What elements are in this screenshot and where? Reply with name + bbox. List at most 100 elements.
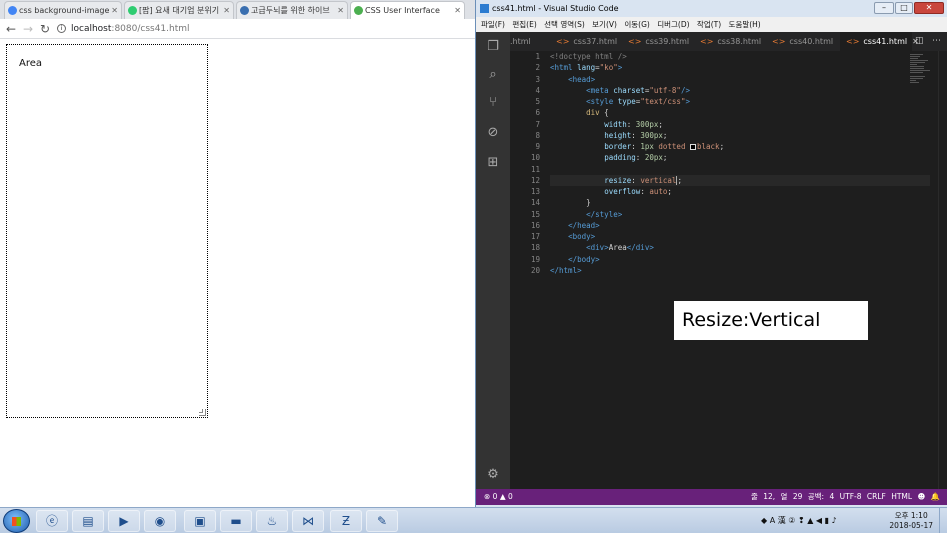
chrome-icon[interactable]: ◉ — [144, 510, 176, 532]
code-token: </body> — [568, 254, 600, 264]
forward-arrow-icon[interactable]: → — [23, 21, 33, 37]
maximize-button[interactable]: □ — [895, 2, 913, 14]
vscode-icon[interactable]: ⋈ — [292, 510, 324, 532]
close-button[interactable]: ✕ — [914, 2, 944, 14]
site-icon — [240, 6, 249, 15]
code-token: : — [631, 142, 641, 151]
close-icon[interactable]: ✕ — [454, 2, 461, 19]
tab-css38[interactable]: <> css38.html — [694, 32, 764, 51]
cmd-icon[interactable]: ▬ — [220, 510, 252, 532]
source-control-icon[interactable]: ⑂ — [484, 94, 502, 112]
info-icon[interactable]: i — [57, 24, 66, 33]
browser-tab[interactable]: 고급두뇌를 위한 하이브 ✕ — [236, 1, 348, 19]
resize-handle[interactable] — [199, 409, 206, 416]
url-path: :8080/css41.html — [111, 24, 190, 34]
menu-selection[interactable]: 선택 영역(S) — [544, 20, 585, 29]
address-bar[interactable]: i localhost:8080/css41.html — [57, 21, 471, 37]
code-token: type — [617, 97, 636, 106]
tab-css40[interactable]: <> css40.html — [766, 32, 838, 51]
tab-label: css41.html — [863, 37, 908, 46]
tab-css41-active[interactable]: <> css41.html ✕ — [840, 32, 919, 51]
html-icon: <> — [628, 37, 642, 46]
code-line: <style type="text/css"> — [550, 96, 930, 107]
filezilla-icon[interactable]: Ƶ — [330, 510, 362, 532]
url-host: localhost — [71, 24, 112, 34]
div-text: Area — [19, 58, 43, 69]
pdf-icon[interactable]: ▣ — [184, 510, 216, 532]
problems-indicator[interactable]: ⊗ 0 ▲ 0 — [484, 489, 513, 505]
menu-tasks[interactable]: 작업(T) — [697, 20, 721, 29]
tab-html[interactable]: .html — [510, 32, 548, 51]
notepad-icon[interactable]: ✎ — [366, 510, 398, 532]
close-icon[interactable]: ✕ — [111, 2, 118, 19]
split-editor-icon[interactable]: ◫ — [915, 32, 924, 51]
menu-go[interactable]: 이동(G) — [624, 20, 649, 29]
gear-icon[interactable]: ⚙ — [484, 466, 502, 484]
code-token: 300px — [635, 119, 659, 129]
explorer-icon[interactable]: ❐ — [484, 38, 502, 56]
start-button[interactable] — [3, 509, 30, 533]
code-line: </html> — [550, 265, 930, 276]
menu-view[interactable]: 보기(V) — [592, 20, 617, 29]
line-number: 17 — [530, 232, 540, 241]
minimap[interactable] — [910, 53, 932, 85]
menu-file[interactable]: 파일(F) — [481, 20, 505, 29]
line-number: 15 — [530, 209, 540, 219]
close-icon[interactable]: ✕ — [223, 2, 230, 19]
line-number: 4 — [535, 85, 540, 95]
vscode-titlebar: css41.html - Visual Studio Code – □ ✕ — [476, 0, 947, 17]
browser-tab-active[interactable]: CSS User Interface ✕ — [350, 1, 465, 19]
search-icon[interactable]: ⌕ — [484, 66, 502, 84]
ie-icon[interactable]: ⓔ — [36, 510, 68, 532]
code-token: ; — [662, 153, 668, 163]
line-number: 10 — [530, 153, 540, 163]
line-number: 14 — [530, 198, 540, 208]
code-token: </style> — [586, 209, 623, 219]
code-token: : — [635, 153, 645, 163]
more-actions-icon[interactable]: ⋯ — [932, 32, 941, 51]
code-token: <html — [550, 63, 578, 73]
back-arrow-icon[interactable]: ← — [6, 21, 16, 37]
color-swatch[interactable] — [689, 144, 696, 150]
tab-css37[interactable]: <> css37.html — [550, 32, 620, 51]
explorer-icon[interactable]: ▤ — [72, 510, 104, 532]
annotation-label: Resize:Vertical — [674, 301, 868, 340]
code-token: <!doctype html /> — [550, 52, 627, 61]
code-token: </head> — [568, 220, 600, 230]
java-icon[interactable]: ♨ — [256, 510, 288, 532]
code-editor[interactable]: 1 2 3 4 5 6 7 8 9 10 11 12 13 14 15 16 1… — [510, 51, 947, 489]
show-desktop-button[interactable] — [939, 508, 947, 533]
code-token: vertical — [640, 175, 677, 185]
taskbar: ⓔ ▤ ▶ ◉ ▣ ▬ ♨ ⋈ Ƶ ✎ ◆ A 漢 ② ❢ ▲ ◀ ▮ ♪ 오후… — [0, 507, 947, 533]
menu-debug[interactable]: 디버그(D) — [657, 20, 689, 29]
resizable-div[interactable]: Area — [6, 44, 208, 418]
google-icon — [8, 6, 17, 15]
menu-edit[interactable]: 편집(E) — [512, 20, 536, 29]
editor-scrollbar[interactable] — [938, 51, 947, 489]
status-items[interactable]: 줄 12, 열 29 공백: 4 UTF-8 CRLF HTML ☻ 🔔 — [751, 489, 940, 505]
tray-icons[interactable]: ◆ A 漢 ② ❢ ▲ ◀ ▮ ♪ — [761, 515, 837, 526]
code-line: <meta charset="utf-8"/> — [550, 85, 930, 96]
browser-tab[interactable]: [팝] 요새 대기업 분위기 ✕ — [124, 1, 234, 19]
debug-icon[interactable]: ⊘ — [484, 124, 502, 142]
html-icon: <> — [556, 37, 570, 46]
browser-tab[interactable]: css background-image ✕ — [4, 1, 122, 19]
tab-label: css40.html — [789, 37, 834, 46]
minimize-button[interactable]: – — [874, 2, 894, 14]
line-number: 20 — [530, 265, 540, 275]
tab-css39[interactable]: <> css39.html — [622, 32, 692, 51]
extensions-icon[interactable]: ⊞ — [484, 154, 502, 172]
code-token: 20px — [644, 153, 663, 163]
menu-help[interactable]: 도움말(H) — [729, 20, 761, 29]
tab-label: css background-image — [19, 6, 110, 15]
tab-label: [팝] 요새 대기업 분위기 — [139, 6, 220, 15]
clock[interactable]: 오후 1:10 2018-05-17 — [889, 511, 933, 531]
tab-label: css38.html — [717, 37, 762, 46]
media-player-icon[interactable]: ▶ — [108, 510, 140, 532]
reload-icon[interactable]: ↻ — [40, 21, 50, 37]
code-token: > — [617, 63, 623, 73]
code-token: overflow — [604, 187, 641, 196]
status-bar: ⊗ 0 ▲ 0 줄 12, 열 29 공백: 4 UTF-8 CRLF HTML… — [476, 489, 947, 505]
close-icon[interactable]: ✕ — [337, 2, 344, 19]
code-token: </html> — [550, 265, 582, 275]
